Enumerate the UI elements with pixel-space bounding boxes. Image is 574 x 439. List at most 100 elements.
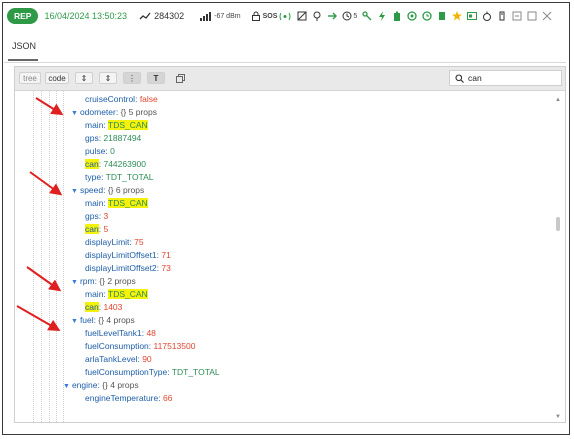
json-key: rpm: (79, 276, 97, 286)
json-object-row[interactable]: ▼ speed: {} 6 props (71, 184, 144, 197)
trend-value: 284302 (154, 11, 185, 21)
indent-guide (56, 91, 57, 422)
scroll-down-icon[interactable]: ▼ (555, 414, 561, 420)
json-value: 71 (161, 250, 171, 260)
expand-toggle-icon[interactable]: ▼ (71, 188, 78, 195)
json-key: displayLimitOffset1: (85, 250, 160, 260)
json-property-row[interactable]: gps: 21887494 (85, 132, 141, 145)
json-key: arlaTankLevel: (85, 354, 140, 364)
indent-guide (41, 91, 42, 422)
indent-guide (63, 91, 64, 422)
json-value: 90 (142, 354, 152, 364)
json-value: TDS_CAN (108, 120, 148, 130)
scrollbar[interactable]: ▲ ▼ (555, 97, 561, 420)
json-key: engine: (71, 380, 100, 390)
gauge-icon (499, 11, 505, 21)
no-signal-icon (297, 11, 307, 21)
status-badge: REP (7, 8, 39, 24)
json-value: 117513500 (153, 341, 196, 351)
expand-toggle-icon[interactable]: ▼ (63, 383, 70, 390)
json-property-row[interactable]: arlaTankLevel: 90 (85, 353, 152, 366)
close-icon[interactable] (542, 11, 552, 21)
json-value: 1403 (103, 302, 123, 312)
json-property-row[interactable]: displayLimitOffset1: 71 (85, 249, 171, 262)
indent-guide (33, 91, 34, 422)
expand-icon: ⇕ (80, 73, 88, 83)
json-property-row[interactable]: can: 5 (85, 223, 108, 236)
search-icon (455, 73, 464, 83)
json-object-meta: {} 6 props (107, 185, 145, 195)
json-property-row[interactable]: gps: 3 (85, 210, 108, 223)
code-mode-button[interactable]: code (45, 72, 69, 84)
json-object-row[interactable]: ▼ odometer: {} 5 props (71, 106, 157, 119)
json-property-row[interactable]: cruiseControl: false (85, 93, 158, 106)
collapse-all-button[interactable]: ⇕ (99, 72, 117, 84)
json-key: main: (85, 198, 106, 208)
search-box[interactable]: can (449, 70, 562, 86)
json-object-meta: {} 5 props (120, 107, 157, 117)
broadcast-icon (279, 12, 291, 20)
document-icon (439, 12, 446, 20)
indent-guide (49, 91, 50, 422)
json-value: 5 (103, 224, 109, 234)
maximize-icon[interactable] (527, 11, 537, 21)
json-property-row[interactable]: pulse: 0 (85, 145, 115, 158)
search-input[interactable]: can (468, 73, 482, 83)
scroll-up-icon[interactable]: ▲ (555, 97, 561, 103)
json-key: can: (85, 159, 101, 169)
json-value: 744263900 (103, 159, 147, 169)
json-key: fuelConsumptionType: (85, 367, 170, 377)
json-object-meta: {} 2 props (99, 276, 136, 286)
copy-icon (175, 73, 185, 83)
json-property-row[interactable]: fuelConsumption: 117513500 (85, 340, 195, 353)
json-key-colon: : (98, 302, 102, 312)
tree-mode-button[interactable]: tree (19, 72, 41, 84)
json-value: TDS_CAN (108, 289, 148, 299)
expand-toggle-icon[interactable]: ▼ (71, 110, 78, 117)
json-property-row[interactable]: engineTemperature: 66 (85, 392, 172, 405)
status-icons: 5 (297, 11, 552, 21)
stopwatch-icon (483, 11, 492, 21)
json-key: gps: (85, 211, 102, 221)
json-property-row[interactable]: fuelConsumptionType: TDT_TOTAL (85, 366, 220, 379)
expand-toggle-icon[interactable]: ▼ (71, 279, 78, 286)
json-property-row[interactable]: displayLimit: 75 (85, 236, 144, 249)
json-key: can: (85, 302, 101, 312)
json-key: fuelConsumption: (85, 341, 152, 351)
filter-icon: ⋮ (128, 73, 136, 83)
transform-button[interactable]: T (147, 72, 165, 84)
clock-count: 5 (342, 11, 357, 21)
json-value: 73 (161, 263, 171, 273)
expand-toggle-icon[interactable]: ▼ (71, 318, 78, 325)
json-property-row[interactable]: fuelLevelTank1: 48 (85, 327, 156, 340)
json-key: fuel: (79, 315, 97, 325)
json-key: displayLimit: (85, 237, 132, 247)
json-object-meta: {} 4 props (98, 315, 135, 325)
filter-button[interactable]: ⋮ (123, 72, 141, 84)
json-property-row[interactable]: main: TDS_CAN (85, 288, 148, 301)
tab-json[interactable]: JSON (12, 41, 36, 51)
expand-all-button[interactable]: ⇕ (75, 72, 93, 84)
json-property-row[interactable]: main: TDS_CAN (85, 119, 148, 132)
json-property-row[interactable]: displayLimitOffset2: 73 (85, 262, 171, 275)
copy-button[interactable] (171, 72, 189, 84)
json-key-colon: : (98, 224, 102, 234)
timestamp: 16/04/2024 13:50:23 (44, 11, 128, 21)
minimize-icon[interactable] (512, 11, 522, 21)
json-key: odometer: (79, 107, 119, 117)
json-property-row[interactable]: main: TDS_CAN (85, 197, 148, 210)
json-property-row[interactable]: type: TDT_TOTAL (85, 171, 154, 184)
arrow-right-icon (328, 12, 338, 20)
status-bar: REP 16/04/2024 13:50:23 284302 -67 dBm S… (4, 5, 568, 27)
json-object-row[interactable]: ▼ engine: {} 4 props (63, 379, 139, 392)
json-key: engineTemperature: (85, 393, 161, 403)
json-key: type: (85, 172, 104, 182)
json-object-row[interactable]: ▼ rpm: {} 2 props (71, 275, 136, 288)
json-property-row[interactable]: can: 744263900 (85, 158, 146, 171)
json-value: 66 (162, 393, 173, 403)
json-object-row[interactable]: ▼ fuel: {} 4 props (71, 314, 135, 327)
sos-label: SOS (262, 12, 278, 20)
tab-bar: JSON (4, 30, 566, 63)
scrollbar-thumb[interactable] (556, 217, 560, 231)
json-property-row[interactable]: can: 1403 (85, 301, 122, 314)
